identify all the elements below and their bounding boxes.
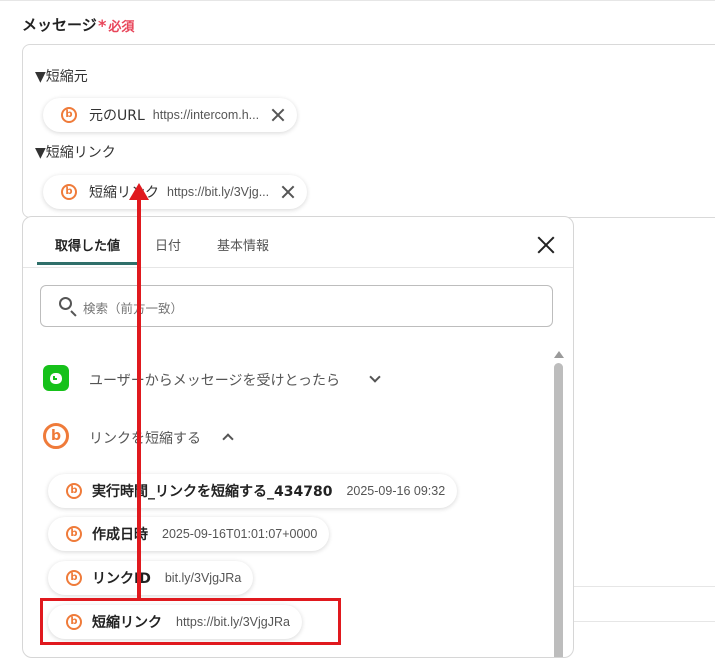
message-line-short: ▼短縮リンク	[35, 145, 116, 161]
variable-chip-short-link[interactable]: b 短縮リンク https://bit.ly/3Vjg...	[43, 175, 308, 209]
scroll-up-icon[interactable]	[554, 351, 564, 358]
section-trigger-title[interactable]: ユーザーからメッセージを受けとったら	[89, 370, 340, 390]
output-name: リンクID	[92, 571, 151, 587]
search-placeholder: 検索（前方一致）	[83, 301, 184, 316]
search-input[interactable]: 検索（前方一致）	[40, 285, 553, 327]
tab-fetched-values[interactable]: 取得した値	[55, 235, 120, 254]
line-app-icon	[43, 365, 69, 391]
chevron-up-icon[interactable]	[222, 433, 234, 445]
required-badge: * 必須	[98, 16, 134, 35]
annotation-arrow-head-icon	[129, 183, 149, 200]
bitly-icon: b	[66, 570, 82, 586]
chevron-down-icon[interactable]	[369, 371, 381, 383]
chip-value: https://bit.ly/3Vjg...	[167, 185, 270, 199]
variable-chip-original-url[interactable]: b 元のURL https://intercom.h...	[43, 98, 298, 132]
output-value: 2025-09-16T01:01:07+0000	[162, 527, 318, 541]
output-chip-exec-time[interactable]: b 実行時間_リンクを短縮する_434780 2025-09-16 09:32	[48, 474, 458, 508]
chip-value: https://intercom.h...	[152, 108, 260, 122]
bitly-app-icon: b	[43, 423, 69, 449]
tab-bar: 取得した値 日付 基本情報	[23, 217, 573, 268]
annotation-highlight-box	[40, 598, 341, 645]
message-editor[interactable]: ▼短縮元 b 元のURL https://intercom.h... ▼短縮リン…	[22, 44, 715, 218]
active-tab-indicator	[37, 262, 137, 265]
divider	[572, 586, 715, 587]
divider	[572, 621, 715, 622]
required-asterisk-icon: *	[98, 16, 107, 35]
remove-chip-icon[interactable]	[271, 108, 285, 122]
message-line-source: ▼短縮元	[35, 69, 88, 85]
bitly-icon: b	[66, 526, 82, 542]
output-chip-created-at[interactable]: b 作成日時 2025-09-16T01:01:07+0000	[48, 517, 330, 551]
required-label: 必須	[108, 20, 135, 35]
section-shorten-title[interactable]: リンクを短縮する	[89, 428, 201, 448]
remove-chip-icon[interactable]	[281, 185, 295, 199]
tab-date[interactable]: 日付	[155, 235, 181, 254]
bitly-icon: b	[66, 483, 82, 499]
output-chip-link-id[interactable]: b リンクID bit.ly/3VjgJRa	[48, 561, 254, 595]
output-value: 2025-09-16 09:32	[346, 484, 446, 498]
tab-basic-info[interactable]: 基本情報	[217, 235, 269, 254]
scrollbar[interactable]	[554, 351, 564, 657]
output-name: 実行時間_リンクを短縮する_434780	[92, 484, 333, 500]
field-label: メッセージ	[22, 16, 97, 34]
annotation-arrow-shaft	[137, 198, 141, 598]
output-value: bit.ly/3VjgJRa	[164, 571, 242, 585]
chip-name: 元のURL	[89, 108, 145, 124]
scroll-thumb[interactable]	[554, 363, 563, 657]
close-icon[interactable]	[537, 236, 555, 254]
search-icon	[59, 297, 72, 310]
bitly-icon: b	[61, 184, 77, 200]
top-divider	[0, 0, 715, 1]
bitly-icon: b	[61, 107, 77, 123]
variable-picker-panel: 取得した値 日付 基本情報 検索（前方一致） ユーザーからメッセージを受けとった…	[22, 216, 574, 658]
